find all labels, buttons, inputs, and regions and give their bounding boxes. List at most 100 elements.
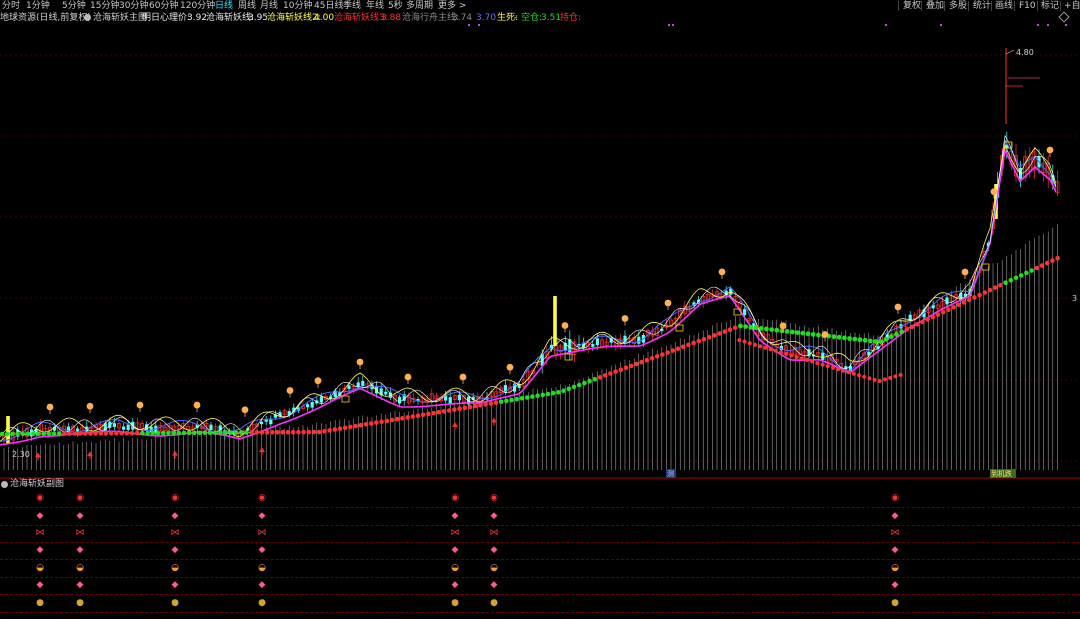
support-dot	[946, 307, 951, 313]
support-dot	[103, 431, 109, 436]
field-value: 3.74	[452, 13, 473, 23]
period-tab-5sec[interactable]: 5秒	[388, 0, 403, 12]
period-tab-more[interactable]: 更多 >	[438, 0, 466, 12]
support-dot	[691, 340, 696, 346]
f10-button[interactable]: F10	[1019, 0, 1036, 12]
period-tab-10min[interactable]: 10分钟	[283, 0, 312, 12]
sub-row-divider	[0, 594, 1080, 595]
signal-ball-icon: ◉	[76, 493, 84, 503]
period-tab-5min[interactable]: 5分钟	[62, 0, 86, 12]
multi-stock-button[interactable]: 多股	[949, 0, 967, 12]
period-tab-fenshi[interactable]: 分时	[2, 0, 20, 12]
support-dot	[233, 430, 239, 435]
period-tab-60min[interactable]: 60分钟	[149, 0, 178, 12]
sub-indicator-title[interactable]: 沧海斩妖副图	[10, 479, 64, 490]
support-dot	[1018, 273, 1024, 278]
sub-row-divider	[0, 507, 1080, 508]
chart-grid	[0, 54, 1080, 479]
support-dot	[576, 382, 582, 388]
support-dot	[176, 430, 182, 436]
support-dot	[1013, 275, 1019, 281]
ingot-icon: ◒	[171, 563, 179, 573]
mark-button[interactable]: 标记	[1041, 0, 1059, 12]
signal-balloon	[241, 406, 249, 414]
period-tab-multi[interactable]: 多周期	[406, 0, 433, 12]
buy-arrow	[87, 451, 93, 457]
candle-body-down	[209, 424, 213, 430]
toolbar-separator	[898, 1, 899, 11]
support-dot	[436, 409, 442, 415]
support-dot	[316, 429, 322, 435]
stock-title: 地球资源(日线,前复权)	[0, 13, 91, 23]
support-dot	[275, 430, 280, 435]
support-dot	[1024, 270, 1029, 276]
statistics-button[interactable]: 统计	[973, 0, 991, 12]
gem-icon: ◆	[171, 511, 179, 521]
fuquan-button[interactable]: 复权	[903, 0, 921, 12]
support-dot	[244, 430, 249, 435]
indicator-name[interactable]: 沧海斩妖主图	[93, 12, 147, 24]
support-dot	[727, 327, 733, 333]
toolbar-separator	[944, 1, 945, 11]
support-dot	[878, 339, 884, 344]
support-dot	[846, 370, 851, 375]
support-dot	[238, 430, 244, 435]
top-marker	[468, 24, 470, 26]
support-dot	[810, 332, 816, 337]
sub-row-divider	[0, 559, 1080, 560]
support-dot	[769, 327, 774, 332]
support-dot	[847, 336, 852, 341]
support-dot	[680, 344, 686, 350]
support-dot	[181, 430, 187, 436]
period-tab-45day[interactable]: 45日线	[314, 0, 343, 12]
period-tab-year[interactable]: 年线	[366, 0, 384, 12]
support-dot	[789, 353, 794, 358]
support-dot	[956, 302, 962, 308]
candle-body-down	[347, 385, 351, 389]
candle-body-down	[743, 309, 747, 316]
support-dot	[857, 373, 861, 378]
period-tab-1min[interactable]: 1分钟	[26, 0, 50, 12]
support-dot	[296, 429, 301, 435]
support-dot	[639, 359, 644, 365]
support-dot	[519, 396, 525, 401]
period-tab-quarter[interactable]: 季线	[343, 0, 361, 12]
period-tab-15min[interactable]: 15分钟	[90, 0, 119, 12]
main-price-chart[interactable]: 4.80 2.30 3 测 到机跌	[0, 24, 1080, 479]
period-tab-daily[interactable]: 日线	[215, 0, 233, 12]
support-dot	[129, 430, 135, 436]
top-marker	[940, 24, 942, 26]
support-dot	[894, 331, 899, 337]
field-value: 3.70	[476, 13, 497, 23]
signal-balloon	[990, 188, 998, 196]
signal-balloon	[718, 268, 726, 276]
period-tab-120min[interactable]: 120分钟	[180, 0, 215, 12]
gem-icon: ◆	[891, 511, 899, 521]
support-dot	[795, 330, 800, 335]
support-dot	[290, 429, 296, 435]
support-dot	[30, 431, 36, 437]
support-dot	[332, 427, 338, 432]
money-bag-icon: ●	[171, 598, 179, 608]
support-dot	[140, 430, 145, 436]
signal-balloon	[894, 303, 902, 311]
signal-ball-icon: ◉	[36, 493, 44, 503]
gem-icon: ◆	[36, 580, 44, 590]
top-marker	[478, 24, 480, 26]
support-dot	[202, 430, 208, 436]
support-dot	[717, 331, 722, 336]
period-tab-monthly[interactable]: 月线	[260, 0, 278, 12]
period-toolbar: 分时 1分钟 5分钟 15分钟 30分钟 60分钟 120分钟 日线 周线 月线…	[0, 0, 1080, 12]
add-watchlist-button[interactable]: +自选	[1064, 0, 1080, 12]
draw-line-button[interactable]: 画线	[995, 0, 1013, 12]
period-tab-weekly[interactable]: 周线	[238, 0, 256, 12]
overlay-button[interactable]: 叠加	[926, 0, 944, 12]
support-dot	[270, 430, 275, 435]
period-tab-30min[interactable]: 30分钟	[119, 0, 148, 12]
support-dot	[540, 392, 546, 398]
toolbar-separator	[1037, 1, 1038, 11]
support-dot	[816, 332, 821, 338]
ingot-icon: ◒	[76, 563, 84, 573]
support-dot	[514, 396, 520, 402]
support-dot	[1044, 260, 1050, 266]
